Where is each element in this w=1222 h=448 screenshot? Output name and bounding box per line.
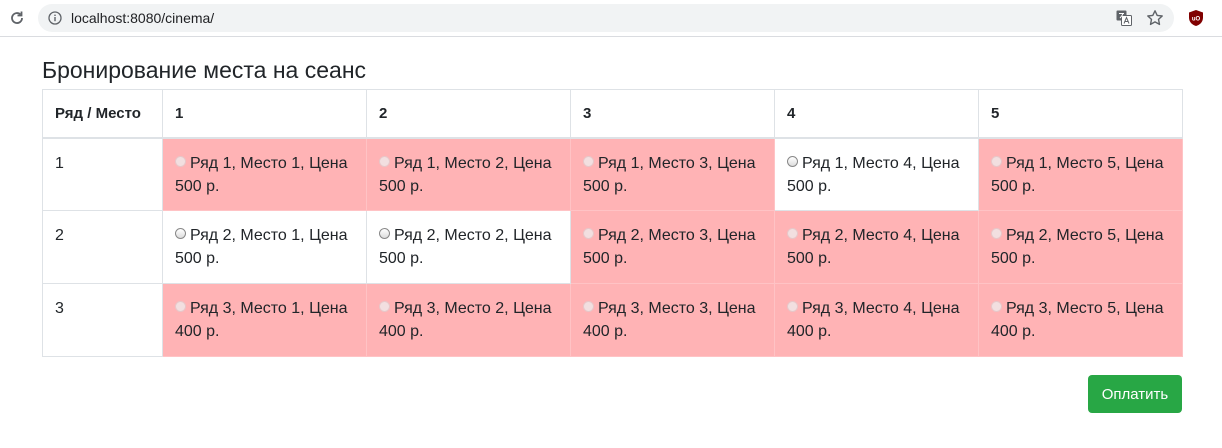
seat-cell[interactable]: Ряд 3, Место 1, Цена 400 р. xyxy=(162,283,367,357)
seat-label: Ряд 3, Место 3, Цена 400 р. xyxy=(583,300,756,340)
header-seat-2: 2 xyxy=(366,89,571,139)
seat-cell[interactable]: Ряд 3, Место 5, Цена 400 р. xyxy=(978,283,1183,357)
seat-cell[interactable]: Ряд 2, Место 2, Цена 500 р. xyxy=(366,210,571,284)
seat-radio xyxy=(583,155,594,167)
seat-cell[interactable]: Ряд 1, Место 2, Цена 500 р. xyxy=(366,137,571,211)
url-text[interactable]: localhost:8080/cinema/ xyxy=(71,10,214,26)
seat-label: Ряд 1, Место 4, Цена 500 р. xyxy=(787,154,960,195)
seat-radio[interactable] xyxy=(787,155,798,167)
table-row: 3 Ряд 3, Место 1, Цена 400 р. Ряд 3, Место… xyxy=(42,283,1183,357)
seat-label: Ряд 1, Место 5, Цена 500 р. xyxy=(991,154,1164,195)
seat-booking-table: Ряд / Место 1 2 3 4 5 1 Ряд 1, Место 1, Ц… xyxy=(42,89,1183,357)
seat-label: Ряд 2, Место 5, Цена 500 р. xyxy=(991,227,1164,267)
seat-cell[interactable]: Ряд 1, Место 3, Цена 500 р. xyxy=(570,137,775,211)
reload-icon[interactable] xyxy=(6,7,28,29)
header-seat-1: 1 xyxy=(162,89,367,139)
seat-radio xyxy=(991,228,1002,239)
ublock-extension-icon[interactable]: uO xyxy=(1187,9,1205,27)
table-row: 1 Ряд 1, Место 1, Цена 500 р. Ряд 1, Место… xyxy=(42,137,1183,211)
seat-radio xyxy=(991,155,1002,167)
browser-toolbar: localhost:8080/cinema/ uO xyxy=(0,0,1222,37)
seat-radio xyxy=(787,301,798,312)
table-row: 2 Ряд 2, Место 1, Цена 500 р. Ряд 2, Место… xyxy=(42,210,1183,284)
seat-label: Ряд 3, Место 4, Цена 400 р. xyxy=(787,300,960,340)
row-number: 1 xyxy=(42,137,163,211)
seat-label: Ряд 2, Место 1, Цена 500 р. xyxy=(175,227,348,267)
seat-label: Ряд 3, Место 1, Цена 400 р. xyxy=(175,300,348,340)
seat-cell[interactable]: Ряд 3, Место 3, Цена 400 р. xyxy=(570,283,775,357)
seat-cell[interactable]: Ряд 2, Место 5, Цена 500 р. xyxy=(978,210,1183,284)
seat-radio[interactable] xyxy=(379,228,390,239)
seat-label: Ряд 3, Место 5, Цена 400 р. xyxy=(991,300,1164,340)
header-seat-3: 3 xyxy=(570,89,775,139)
seat-radio xyxy=(175,155,186,167)
header-seat-4: 4 xyxy=(774,89,979,139)
seat-radio xyxy=(379,301,390,312)
bookmark-star-icon[interactable] xyxy=(1146,9,1164,27)
row-number: 2 xyxy=(42,210,163,284)
seat-label: Ряд 1, Место 2, Цена 500 р. xyxy=(379,154,552,195)
header-row-seat: Ряд / Место xyxy=(42,89,163,139)
seat-radio xyxy=(583,228,594,239)
seat-cell[interactable]: Ряд 2, Место 1, Цена 500 р. xyxy=(162,210,367,284)
seat-cell[interactable]: Ряд 1, Место 1, Цена 500 р. xyxy=(162,137,367,211)
table-header-row: Ряд / Место 1 2 3 4 5 xyxy=(42,89,1183,139)
seat-radio xyxy=(583,301,594,312)
seat-cell[interactable]: Ряд 2, Место 3, Цена 500 р. xyxy=(570,210,775,284)
seat-radio[interactable] xyxy=(175,228,186,239)
info-icon[interactable] xyxy=(48,11,62,25)
seat-radio xyxy=(379,155,390,167)
seat-radio xyxy=(991,301,1002,312)
svg-text:uO: uO xyxy=(1192,17,1201,23)
page-title: Бронирование места на сеанс xyxy=(42,57,367,83)
seat-label: Ряд 2, Место 3, Цена 500 р. xyxy=(583,227,756,267)
seat-radio xyxy=(175,301,186,312)
seat-label: Ряд 1, Место 1, Цена 500 р. xyxy=(175,154,348,195)
seat-cell[interactable]: Ряд 2, Место 4, Цена 500 р. xyxy=(774,210,979,284)
address-bar[interactable]: localhost:8080/cinema/ xyxy=(38,4,1174,32)
seat-label: Ряд 2, Место 4, Цена 500 р. xyxy=(787,227,960,267)
seat-cell[interactable]: Ряд 1, Место 5, Цена 500 р. xyxy=(978,137,1183,211)
row-number: 3 xyxy=(42,283,163,357)
header-seat-5: 5 xyxy=(978,89,1183,139)
pay-button[interactable]: Оплатить xyxy=(1088,375,1182,413)
seat-cell[interactable]: Ряд 1, Место 4, Цена 500 р. xyxy=(774,137,979,211)
seat-cell[interactable]: Ряд 3, Место 2, Цена 400 р. xyxy=(366,283,571,357)
seat-radio xyxy=(787,228,798,239)
seat-label: Ряд 1, Место 3, Цена 500 р. xyxy=(583,154,756,195)
seat-label: Ряд 2, Место 2, Цена 500 р. xyxy=(379,227,552,267)
seat-label: Ряд 3, Место 2, Цена 400 р. xyxy=(379,300,552,340)
translate-icon[interactable] xyxy=(1116,10,1132,26)
seat-cell[interactable]: Ряд 3, Место 4, Цена 400 р. xyxy=(774,283,979,357)
